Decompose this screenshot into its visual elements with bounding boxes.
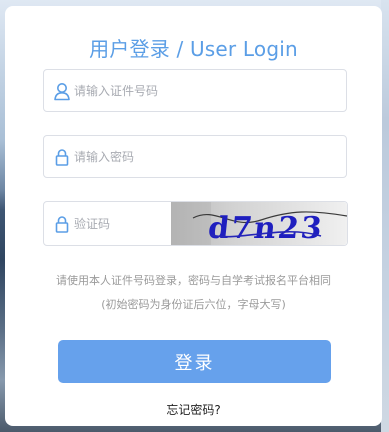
captcha-input[interactable] xyxy=(74,202,164,245)
id-number-input[interactable] xyxy=(74,70,324,111)
password-field xyxy=(43,135,347,178)
forgot-password-link[interactable]: 忘记密码? xyxy=(5,401,382,418)
initial-password-hint: (初始密码为身份证后六位，字母大写) xyxy=(101,298,286,311)
captcha-text: d7n23 xyxy=(206,211,325,245)
id-number-field xyxy=(43,69,347,112)
captcha-image[interactable]: d7n23 xyxy=(171,202,347,245)
login-panel: 用户登录 / User Login 请输入证件号码 验证码 d7n23 请使用本… xyxy=(5,6,382,426)
lock-icon xyxy=(52,214,72,234)
lock-icon xyxy=(52,147,72,167)
captcha-field: d7n23 xyxy=(43,201,348,246)
background-edge xyxy=(381,0,389,432)
password-input[interactable] xyxy=(74,136,324,177)
login-button[interactable]: 登录 xyxy=(58,340,331,383)
login-title: 用户登录 / User Login xyxy=(89,37,298,61)
login-hint: 请使用本人证件号码登录，密码与自学考试报名平台相同 xyxy=(56,274,331,287)
user-icon xyxy=(52,81,72,101)
